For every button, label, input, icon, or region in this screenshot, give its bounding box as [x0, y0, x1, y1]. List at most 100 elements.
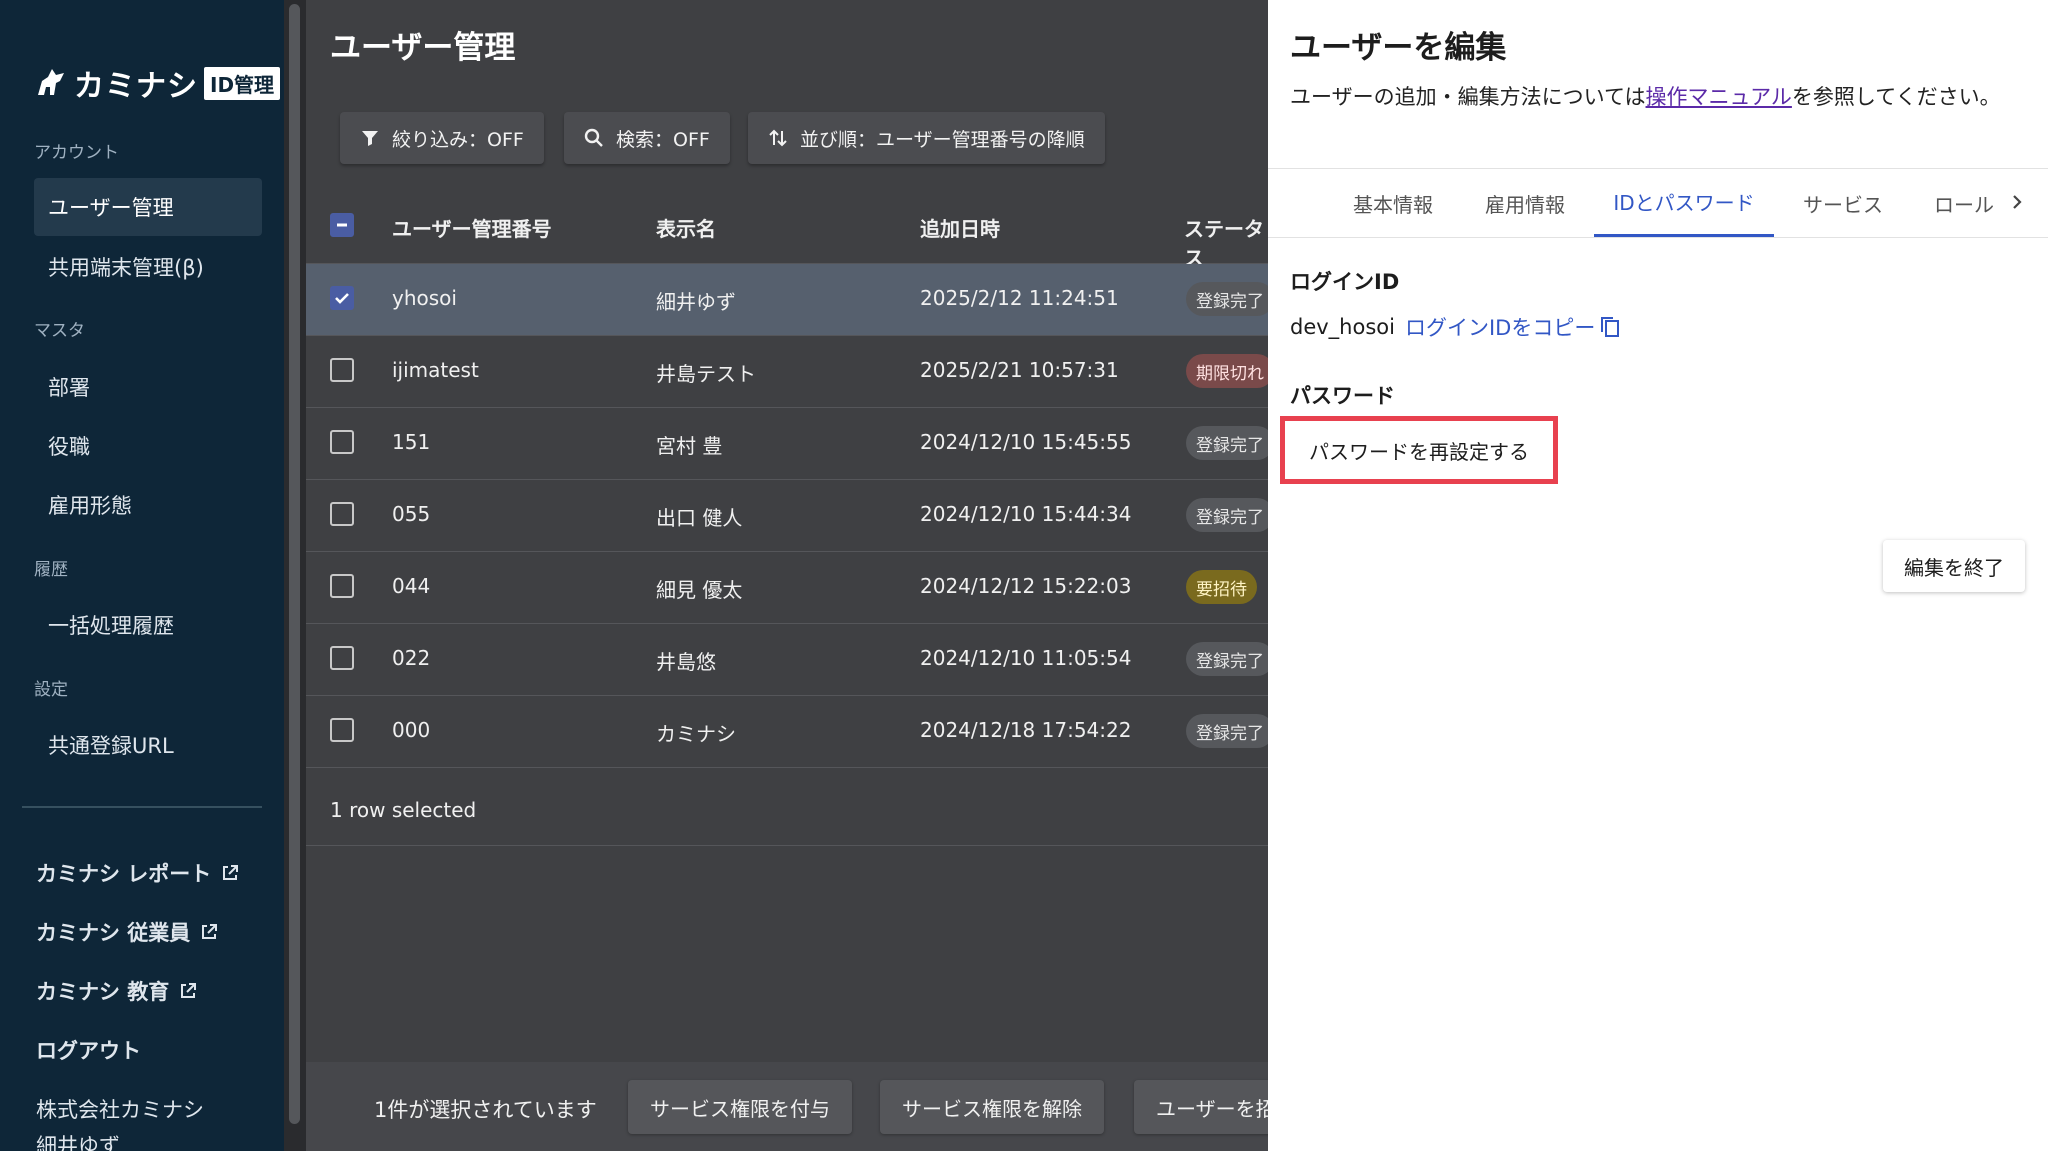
cell-id: 022 [392, 646, 431, 670]
tab-role[interactable]: ロール [1912, 169, 2016, 237]
column-header-status[interactable]: ステータス [1184, 213, 1268, 271]
table-row[interactable]: 000 カミナシ 2024/12/18 17:54:22 登録完了 [306, 696, 1274, 768]
external-link-label: カミナシ 教育 [36, 980, 170, 1004]
status-badge: 期限切れ [1186, 354, 1274, 388]
search-button[interactable]: 検索：OFF [564, 112, 730, 164]
revoke-service-button[interactable]: サービス権限を解除 [880, 1080, 1104, 1134]
row-selected-text: 1 row selected [330, 798, 477, 822]
tab-id-password[interactable]: IDとパスワード [1594, 169, 1774, 237]
app-logo[interactable]: カミナシ ID管理 [34, 58, 281, 108]
external-link-label: カミナシ 従業員 [36, 921, 191, 945]
column-header-added[interactable]: 追加日時 [920, 213, 1000, 242]
sidebar-item-shared-device[interactable]: 共用端末管理(β) [34, 238, 262, 296]
table-row[interactable]: 151 宮村 豊 2024/12/10 15:45:55 登録完了 [306, 408, 1274, 480]
logout-link[interactable]: ログアウト [36, 1035, 141, 1065]
cell-added: 2024/12/10 11:05:54 [920, 646, 1132, 670]
grant-service-button[interactable]: サービス権限を付与 [628, 1080, 852, 1134]
filter-button[interactable]: 絞り込み：OFF [340, 112, 544, 164]
sort-button[interactable]: 並び順：ユーザー管理番号の降順 [748, 112, 1105, 164]
cell-added: 2024/12/10 15:45:55 [920, 430, 1132, 454]
column-header-name[interactable]: 表示名 [656, 213, 716, 242]
cell-added: 2024/12/10 15:44:34 [920, 502, 1132, 526]
status-badge: 登録完了 [1186, 714, 1274, 748]
cell-name: 出口 健人 [656, 506, 743, 530]
cell-id: yhosoi [392, 286, 457, 310]
minus-icon [337, 223, 347, 227]
copy-login-id-link[interactable]: ログインIDをコピー [1405, 312, 1621, 342]
external-link-education[interactable]: カミナシ 教育 [36, 976, 197, 1006]
check-icon [335, 293, 349, 304]
tab-basic-info[interactable]: 基本情報 [1330, 169, 1456, 237]
cell-name: 細井ゆず [656, 290, 736, 314]
manual-link[interactable]: 操作マニュアル [1646, 85, 1792, 109]
select-all-checkbox[interactable] [330, 213, 354, 237]
row-checkbox[interactable] [330, 502, 354, 526]
cell-added: 2024/12/12 15:22:03 [920, 574, 1132, 598]
cell-id: 044 [392, 574, 431, 598]
sidebar-item-position[interactable]: 役職 [34, 417, 262, 475]
copy-icon [1601, 317, 1620, 337]
nav-section-history: 履歴 [34, 560, 68, 580]
status-badge: 要招待 [1186, 570, 1257, 604]
row-checkbox[interactable] [330, 718, 354, 742]
status-badge: 登録完了 [1186, 642, 1274, 676]
search-icon [584, 128, 603, 147]
table-row[interactable]: 055 出口 健人 2024/12/10 15:44:34 登録完了 [306, 480, 1274, 552]
copy-login-id-label: ログインIDをコピー [1404, 316, 1596, 340]
cell-name: カミナシ [656, 722, 736, 746]
row-checkbox[interactable] [330, 430, 354, 454]
external-link-report[interactable]: カミナシ レポート [36, 858, 239, 888]
row-checkbox[interactable] [330, 646, 354, 670]
table-header: ユーザー管理番号 表示名 追加日時 ステータス [306, 188, 1268, 270]
nav-section-account: アカウント [34, 143, 119, 163]
cell-added: 2024/12/18 17:54:22 [920, 718, 1132, 742]
edit-user-drawer: ユーザーを編集 ユーザーの追加・編集方法については操作マニュアルを参照してくださ… [1268, 0, 2048, 1151]
chevron-right-icon[interactable] [2002, 187, 2032, 217]
logo-text: カミナシ [74, 69, 198, 104]
nav-section-settings: 設定 [34, 680, 68, 700]
external-link-icon [181, 983, 197, 998]
external-link-employee[interactable]: カミナシ 従業員 [36, 917, 218, 947]
logo-badge: ID管理 [204, 66, 281, 100]
table-row[interactable]: yhosoi 細井ゆず 2025/2/12 11:24:51 登録完了 [306, 264, 1274, 336]
sidebar-item-user-management[interactable]: ユーザー管理 [34, 178, 262, 236]
status-badge: 登録完了 [1186, 426, 1274, 460]
cell-name: 井島テスト [656, 362, 756, 386]
row-checkbox[interactable] [330, 574, 354, 598]
filter-label: 絞り込み：OFF [392, 128, 524, 151]
row-checkbox[interactable] [330, 358, 354, 382]
cell-id: 055 [392, 502, 431, 526]
main-content: ユーザー管理 絞り込み：OFF 検索：OFF 並び順：ユーザー管理番号の降順 ユ… [306, 0, 1318, 1151]
description-text: を参照してください。 [1791, 85, 2001, 109]
external-link-label: カミナシ レポート [36, 862, 212, 886]
sidebar-item-department[interactable]: 部署 [34, 358, 262, 416]
row-checkbox[interactable] [330, 286, 354, 310]
login-id-label: ログインID [1290, 270, 1400, 294]
sidebar-item-batch-history[interactable]: 一括処理履歴 [34, 596, 262, 654]
table-footer-divider [306, 845, 1268, 846]
reset-password-button[interactable]: パスワードを再設定する [1293, 429, 1545, 471]
sidebar-item-common-url[interactable]: 共通登録URL [34, 716, 262, 774]
table-row[interactable]: ijimatest 井島テスト 2025/2/21 10:57:31 期限切れ [306, 336, 1274, 408]
sort-icon [769, 129, 787, 147]
finish-editing-button[interactable]: 編集を終了 [1883, 540, 2025, 592]
external-link-icon [223, 865, 239, 880]
drawer-description: ユーザーの追加・編集方法については操作マニュアルを参照してください。 [1290, 80, 2030, 114]
selected-count: 1件が選択されています [374, 1098, 597, 1122]
nav-divider [22, 806, 262, 808]
column-header-id[interactable]: ユーザー管理番号 [392, 213, 552, 242]
tab-employment-info[interactable]: 雇用情報 [1462, 169, 1588, 237]
page-title: ユーザー管理 [330, 30, 516, 66]
cell-added: 2025/2/21 10:57:31 [920, 358, 1119, 382]
sidebar-scrollbar[interactable] [284, 0, 306, 1151]
cell-id: 000 [392, 718, 431, 742]
table-row[interactable]: 044 細見 優太 2024/12/12 15:22:03 要招待 [306, 552, 1268, 624]
login-id-row: dev_hosoi ログインIDをコピー [1290, 312, 1621, 342]
sidebar-item-employment-type[interactable]: 雇用形態 [34, 476, 262, 534]
current-user-name: 細井ゆず [36, 1134, 120, 1151]
tab-service[interactable]: サービス [1780, 169, 1906, 237]
scrollbar-thumb[interactable] [289, 4, 300, 1124]
company-name: 株式会社カミナシ [36, 1098, 204, 1122]
filter-icon [362, 131, 378, 146]
table-row[interactable]: 022 井島悠 2024/12/10 11:05:54 登録完了 [306, 624, 1274, 696]
